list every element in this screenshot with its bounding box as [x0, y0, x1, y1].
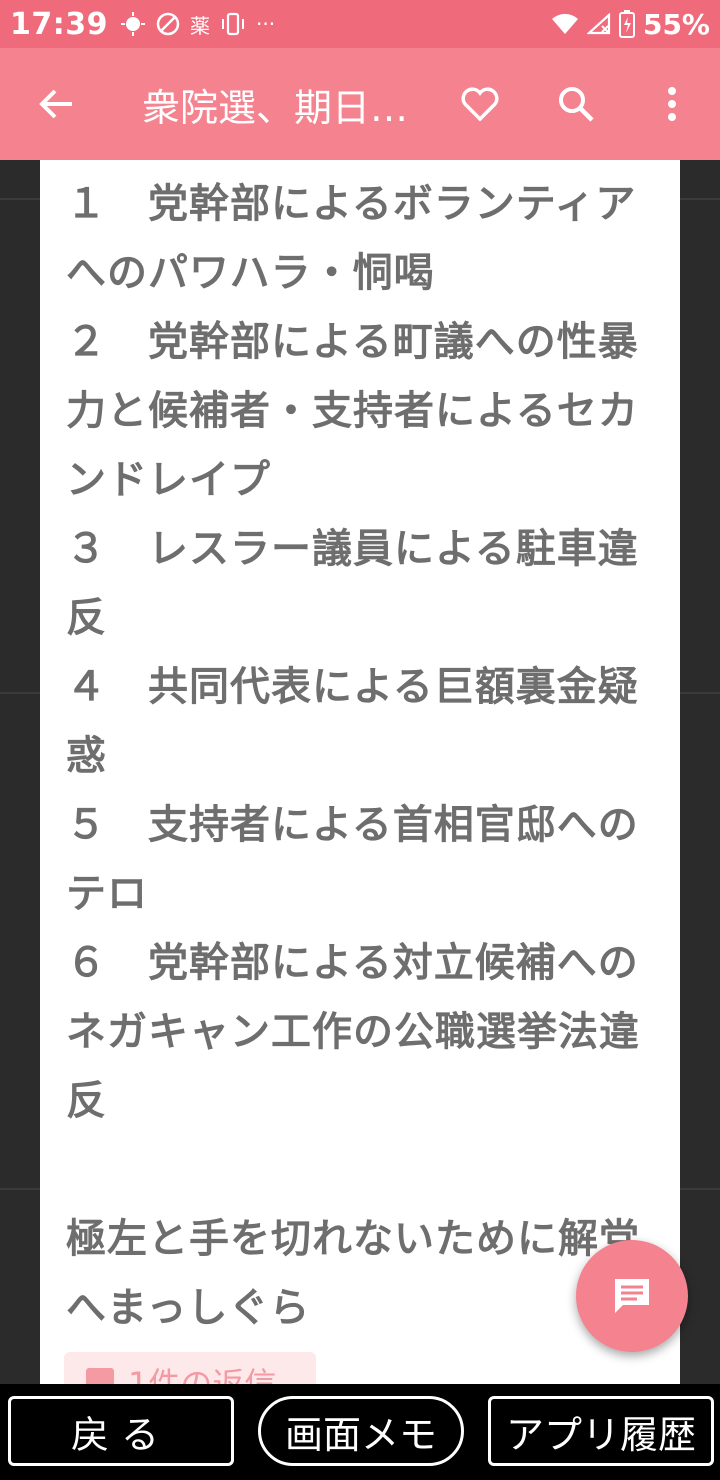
status-bar: 17:39 薬 ··· 55%	[0, 0, 720, 48]
post-line: 反	[66, 1078, 107, 1124]
battery-charging-icon	[618, 10, 635, 38]
post-line: ５ 支持者による首相官邸への	[66, 802, 639, 848]
search-button[interactable]	[528, 48, 624, 160]
vibrate-icon	[220, 12, 246, 36]
chat-icon	[615, 1279, 649, 1313]
notification-icons: 薬 ···	[120, 10, 275, 39]
post-line: ネガキャン工作の公職選挙法違	[66, 1009, 640, 1055]
bottom-nav-bar: 戻る 画面メモ アプリ履歴	[0, 1384, 720, 1480]
battery-percent: 55%	[642, 7, 710, 41]
weather-icon	[120, 11, 146, 37]
nav-app-history-button[interactable]: アプリ履歴	[488, 1396, 714, 1466]
post-closing-line: へまっしぐら	[66, 1285, 311, 1331]
post-line: 反	[66, 595, 107, 641]
post-line: 力と候補者・支持者によるセカ	[66, 388, 639, 434]
post-line: ２ 党幹部による町議への性暴	[66, 319, 639, 365]
app-bar: 衆院選、期日…	[0, 48, 720, 160]
post-line: ンドレイプ	[66, 457, 271, 503]
overflow-menu-button[interactable]	[624, 48, 720, 160]
more-notifications-icon: ···	[256, 12, 276, 36]
nav-back-button[interactable]: 戻る	[8, 1396, 234, 1466]
post-body: １ 党幹部によるボランティア へのパワハラ・恫喝 ２ 党幹部による町議への性暴 …	[40, 160, 680, 1343]
post-line: ６ 党幹部による対立候補への	[66, 940, 639, 986]
status-time: 17:39	[10, 6, 108, 42]
heart-icon	[461, 87, 499, 122]
post-closing-line: 極左と手を切れないために解党	[66, 1216, 640, 1262]
post-line: １ 党幹部によるボランティア	[66, 181, 637, 227]
back-button[interactable]	[0, 48, 112, 160]
signal-icon	[586, 13, 611, 35]
block-icon	[156, 12, 180, 36]
comment-icon	[86, 1368, 114, 1384]
reply-fab[interactable]	[576, 1240, 688, 1352]
pharmacy-icon: 薬	[190, 13, 210, 38]
nav-screen-memo-button[interactable]: 画面メモ	[258, 1396, 464, 1466]
system-icons: 55%	[551, 8, 710, 41]
reply-count-label: 1件の返信	[128, 1365, 277, 1384]
arrow-left-icon	[39, 89, 72, 119]
wifi-icon	[551, 13, 579, 35]
post-detail-sheet: １ 党幹部によるボランティア へのパワハラ・恫喝 ２ 党幹部による町議への性暴 …	[40, 160, 680, 1384]
search-icon	[559, 87, 594, 122]
post-line: テロ	[66, 871, 148, 917]
post-line: ３ レスラー議員による駐車違	[66, 526, 639, 572]
more-vert-icon	[668, 87, 676, 121]
favorite-button[interactable]	[432, 48, 528, 160]
post-line: へのパワハラ・恫喝	[66, 250, 435, 296]
page-title: 衆院選、期日…	[142, 85, 409, 130]
reply-count-badge[interactable]: 1件の返信	[64, 1352, 316, 1384]
post-line: ４ 共同代表による巨額裏金疑	[66, 664, 639, 710]
post-line: 惑	[66, 733, 107, 779]
